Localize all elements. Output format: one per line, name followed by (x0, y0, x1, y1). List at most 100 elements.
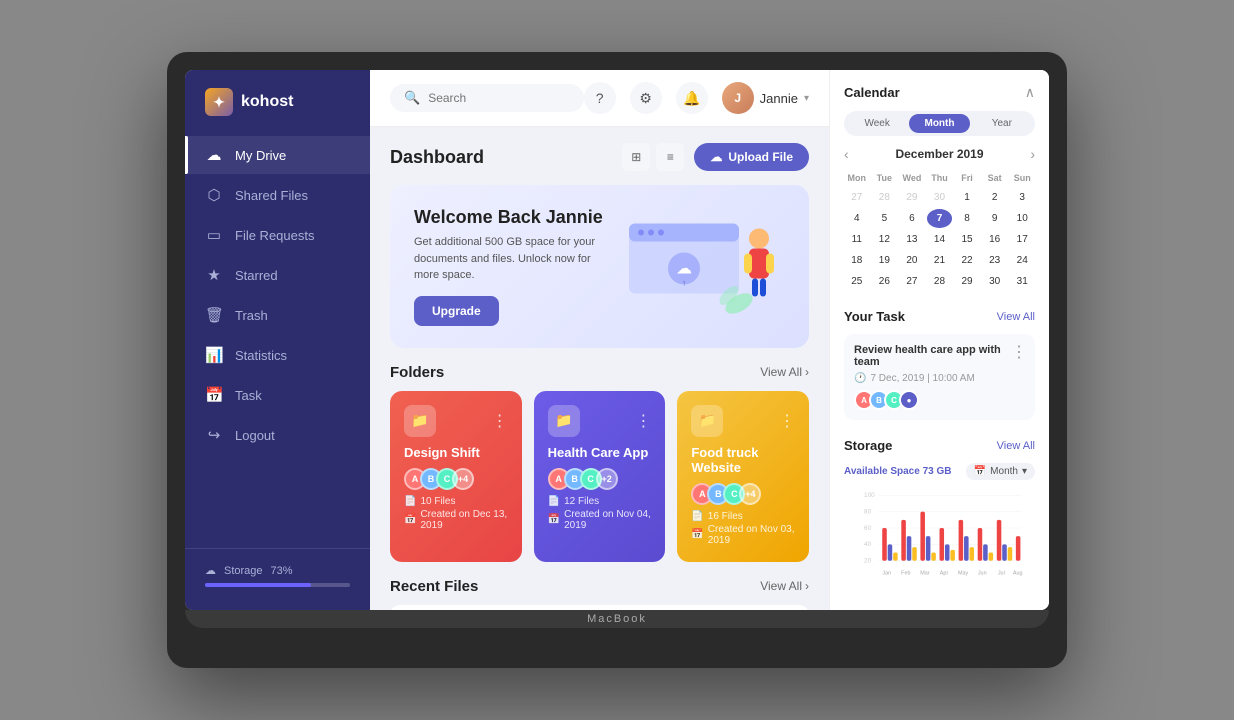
content-area: Dashboard ⊞ ≡ ☁ Upload File (370, 127, 829, 610)
cal-day[interactable]: 5 (872, 209, 898, 228)
svg-text:Feb: Feb (901, 570, 910, 576)
user-avatar-section[interactable]: J Jannie ▾ (722, 82, 809, 114)
settings-button[interactable]: ⚙ (630, 82, 662, 114)
folder-menu-button[interactable]: ⋮ (635, 411, 651, 431)
task-icon: 📅 (205, 386, 223, 404)
sidebar-item-task[interactable]: 📅 Task (185, 376, 370, 414)
task-item-title: Review health care app with team (854, 344, 1025, 368)
recent-files-view-all[interactable]: View All › (760, 579, 809, 593)
month-selector[interactable]: 📅 Month ▾ (966, 463, 1035, 480)
calendar-next-button[interactable]: › (1030, 146, 1035, 162)
list-view-button[interactable]: ≡ (656, 143, 684, 171)
upload-button-label: Upload File (728, 150, 793, 164)
search-input[interactable] (428, 91, 569, 105)
folder-card-food-truck[interactable]: 📁 ⋮ Food truck Website A B C +4 📄 16 Fil… (677, 391, 809, 562)
sidebar-item-file-requests[interactable]: ▭ File Requests (185, 216, 370, 254)
cal-day-today[interactable]: 7 (927, 209, 953, 228)
calendar-prev-button[interactable]: ‹ (844, 146, 849, 162)
task-view-all[interactable]: View All (997, 311, 1035, 323)
cal-day[interactable]: 22 (954, 251, 980, 270)
folder-avatars: A B C +2 (548, 468, 652, 490)
cal-day[interactable]: 28 (927, 272, 953, 291)
recent-files-title: Recent Files (390, 578, 478, 595)
folders-view-all[interactable]: View All › (760, 365, 809, 379)
cal-day[interactable]: 12 (872, 230, 898, 249)
calendar-tab-year[interactable]: Year (972, 114, 1032, 133)
task-header: Your Task View All (844, 309, 1035, 324)
cal-day[interactable]: 28 (872, 188, 898, 207)
cal-day[interactable]: 29 (899, 188, 925, 207)
cal-day[interactable]: 27 (844, 188, 870, 207)
top-actions: ? ⚙ 🔔 J Jannie ▾ (584, 82, 809, 114)
cal-day[interactable]: 17 (1009, 230, 1035, 249)
cal-day[interactable]: 30 (927, 188, 953, 207)
calendar-title: Calendar (844, 85, 900, 100)
folder-files: 📄 12 Files (548, 496, 652, 507)
sidebar-logo: ✦ kohost (185, 88, 370, 136)
cal-day[interactable]: 16 (982, 230, 1008, 249)
cal-day[interactable]: 25 (844, 272, 870, 291)
cal-day[interactable]: 1 (954, 188, 980, 207)
upload-file-button[interactable]: ☁ Upload File (694, 143, 809, 171)
sidebar-item-my-drive[interactable]: ☁ My Drive (185, 136, 370, 174)
sidebar-item-label: Shared Files (235, 188, 308, 203)
search-box[interactable]: 🔍 (390, 84, 584, 112)
cal-day[interactable]: 27 (899, 272, 925, 291)
cal-day[interactable]: 9 (982, 209, 1008, 228)
cal-day[interactable]: 4 (844, 209, 870, 228)
folder-card-design-shift[interactable]: 📁 ⋮ Design Shift A B C +4 📄 10 Files (390, 391, 522, 562)
cal-day[interactable]: 24 (1009, 251, 1035, 270)
cal-day[interactable]: 23 (982, 251, 1008, 270)
cal-day[interactable]: 8 (954, 209, 980, 228)
sidebar-item-shared-files[interactable]: ⬡ Shared Files (185, 176, 370, 214)
upgrade-button[interactable]: Upgrade (414, 296, 499, 326)
sidebar-item-logout[interactable]: ↪ Logout (185, 416, 370, 454)
cloud-icon: ☁ (205, 146, 223, 164)
calendar-nav: ‹ December 2019 › (844, 146, 1035, 162)
cal-day[interactable]: 14 (927, 230, 953, 249)
folder-menu-button[interactable]: ⋮ (779, 411, 795, 431)
sidebar-item-label: My Drive (235, 148, 286, 163)
cal-day[interactable]: 21 (927, 251, 953, 270)
cal-day[interactable]: 18 (844, 251, 870, 270)
folder-card-health-care[interactable]: 📁 ⋮ Health Care App A B C +2 📄 12 Files (534, 391, 666, 562)
svg-text:80: 80 (864, 508, 872, 515)
grid-view-button[interactable]: ⊞ (622, 143, 650, 171)
cal-day[interactable]: 30 (982, 272, 1008, 291)
sidebar-storage: ☁ Storage 73% (185, 548, 370, 592)
cal-day[interactable]: 15 (954, 230, 980, 249)
star-icon: ★ (205, 266, 223, 284)
cal-day[interactable]: 19 (872, 251, 898, 270)
cal-day[interactable]: 6 (899, 209, 925, 228)
cal-day[interactable]: 11 (844, 230, 870, 249)
task-menu-button[interactable]: ⋮ (1011, 342, 1027, 362)
file-req-icon: ▭ (205, 226, 223, 244)
logo-icon: ✦ (205, 88, 233, 116)
sidebar-item-starred[interactable]: ★ Starred (185, 256, 370, 294)
cal-day[interactable]: 26 (872, 272, 898, 291)
folder-avatars: A B C +4 (404, 468, 508, 490)
cal-day[interactable]: 20 (899, 251, 925, 270)
folder-avatar-count: +4 (739, 483, 761, 505)
svg-text:Aug: Aug (1013, 570, 1023, 576)
notifications-button[interactable]: 🔔 (676, 82, 708, 114)
cal-day[interactable]: 2 (982, 188, 1008, 207)
storage-view-all[interactable]: View All (997, 440, 1035, 452)
cal-day[interactable]: 13 (899, 230, 925, 249)
help-button[interactable]: ? (584, 82, 616, 114)
cal-day[interactable]: 10 (1009, 209, 1035, 228)
file-row-1[interactable]: PDF Design Thinking Process Only You Dec… (390, 605, 809, 611)
cal-day[interactable]: 31 (1009, 272, 1035, 291)
sidebar-item-trash[interactable]: 🗑 Trash (185, 296, 370, 334)
calendar-collapse-button[interactable]: ∧ (1025, 84, 1035, 101)
calendar-tab-week[interactable]: Week (847, 114, 907, 133)
cal-day[interactable]: 29 (954, 272, 980, 291)
cal-day[interactable]: 3 (1009, 188, 1035, 207)
calendar-tab-month[interactable]: Month (909, 114, 969, 133)
folders-section-header: Folders View All › (390, 364, 809, 381)
storage-chart-svg: 100 80 60 40 20 (844, 488, 1035, 588)
sidebar-item-statistics[interactable]: 📊 Statistics (185, 336, 370, 374)
folder-menu-button[interactable]: ⋮ (492, 411, 508, 431)
folder-created: 📅 Created on Nov 03, 2019 (691, 524, 795, 546)
trash-icon: 🗑 (205, 306, 223, 324)
